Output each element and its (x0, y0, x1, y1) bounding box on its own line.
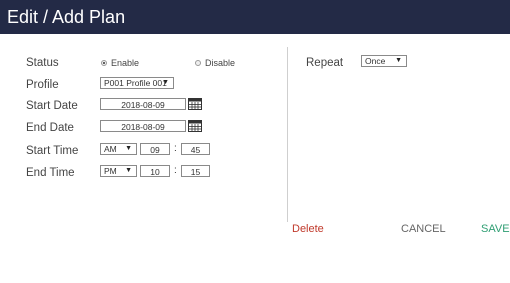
start-date-input[interactable]: 2018-08-09 (100, 98, 186, 110)
chevron-down-icon: ▼ (395, 57, 402, 64)
profile-label: Profile (26, 79, 59, 91)
chevron-down-icon: ▼ (125, 167, 132, 174)
repeat-label: Repeat (306, 57, 344, 69)
edit-plan-dialog: Edit / Add Plan Status Enable Disable Pr… (0, 0, 510, 283)
calendar-icon[interactable] (188, 97, 202, 110)
time-separator: : (174, 143, 177, 154)
status-enable-label: Enable (111, 58, 140, 68)
end-time-minute-input[interactable]: 15 (181, 165, 210, 177)
dialog-header: Edit / Add Plan (0, 0, 510, 34)
chevron-down-icon: ▼ (162, 79, 169, 86)
status-label: Status (26, 57, 59, 69)
save-button[interactable]: SAVE (481, 222, 510, 236)
start-time-ampm-select[interactable]: AM ▼ (100, 143, 137, 155)
chevron-down-icon: ▼ (125, 145, 132, 152)
status-disable-label: Disable (205, 58, 236, 68)
status-enable-radio[interactable]: Enable (101, 57, 139, 69)
panel-divider (287, 47, 288, 222)
start-time-hour-input[interactable]: 09 (140, 143, 170, 155)
repeat-select-value: Once (365, 56, 386, 66)
calendar-icon[interactable] (188, 119, 202, 132)
radio-unselected-icon (195, 60, 201, 66)
end-time-ampm-select[interactable]: PM ▼ (100, 165, 137, 177)
start-time-ampm-value: AM (104, 144, 117, 154)
status-disable-radio[interactable]: Disable (195, 57, 235, 69)
time-separator: : (174, 165, 177, 176)
end-time-hour-input[interactable]: 10 (140, 165, 170, 177)
end-time-ampm-value: PM (104, 166, 117, 176)
start-time-minute-input[interactable]: 45 (181, 143, 210, 155)
repeat-select[interactable]: Once ▼ (361, 55, 407, 67)
profile-select[interactable]: P001 Profile 001 ▼ (100, 77, 174, 89)
start-date-label: Start Date (26, 100, 78, 112)
end-date-input[interactable]: 2018-08-09 (100, 120, 186, 132)
delete-button[interactable]: Delete (292, 222, 324, 236)
profile-select-value: P001 Profile 001 (104, 78, 167, 88)
radio-selected-icon (101, 60, 107, 66)
start-time-label: Start Time (26, 145, 79, 157)
end-date-label: End Date (26, 122, 74, 134)
end-time-label: End Time (26, 167, 75, 179)
cancel-button[interactable]: CANCEL (401, 222, 446, 236)
dialog-title: Edit / Add Plan (7, 7, 126, 27)
